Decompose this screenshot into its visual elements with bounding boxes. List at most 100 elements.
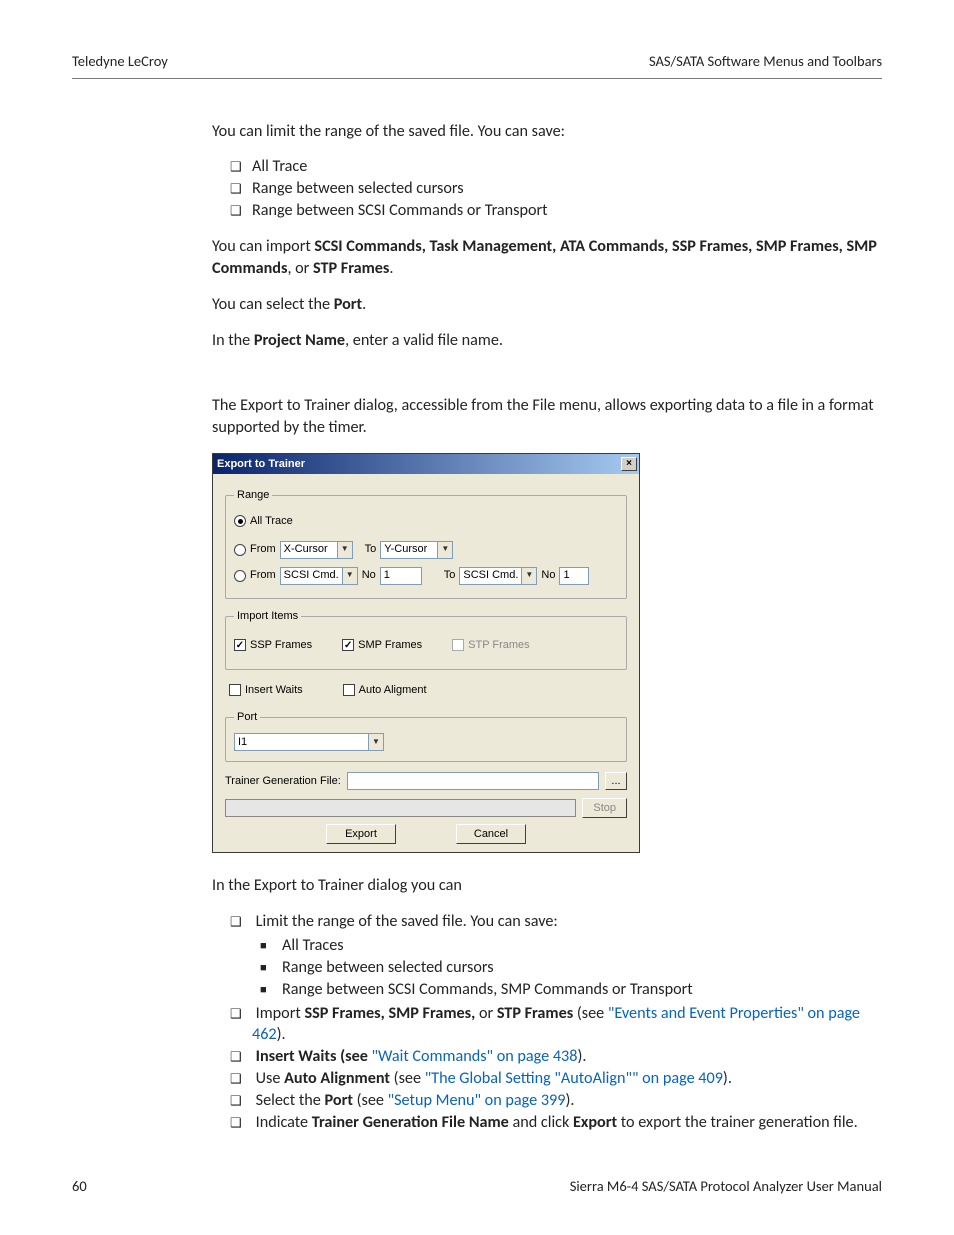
list-dialog-options: Limit the range of the saved file. You c… bbox=[212, 911, 882, 1134]
list-item: Select the Port (see "Setup Menu" on pag… bbox=[252, 1090, 882, 1112]
combo-xcursor[interactable]: X-Cursor▼ bbox=[280, 541, 353, 559]
text: Import bbox=[256, 1004, 305, 1023]
link-setup-menu[interactable]: "Setup Menu" on page 399 bbox=[388, 1091, 566, 1110]
text: (see bbox=[573, 1004, 608, 1023]
text: , enter a valid file name. bbox=[345, 331, 503, 350]
export-button[interactable]: Export bbox=[326, 824, 396, 844]
radio-from-cursor[interactable] bbox=[234, 544, 246, 556]
text-bold: Port bbox=[325, 1091, 353, 1110]
text: Limit the range of the saved file. You c… bbox=[256, 912, 558, 931]
text-bold: STP Frames bbox=[313, 259, 389, 278]
progress-bar bbox=[225, 799, 576, 817]
dialog-body: Range All Trace From X-Cursor▼ To Y-Curs… bbox=[213, 474, 639, 852]
page-number: 60 bbox=[72, 1177, 87, 1197]
label-smp: SMP Frames bbox=[358, 638, 422, 653]
text: and click bbox=[509, 1113, 573, 1132]
list-item: Range between selected cursors bbox=[282, 957, 882, 979]
text: . bbox=[362, 295, 366, 314]
text: ). bbox=[577, 1047, 586, 1066]
text: (see bbox=[353, 1091, 388, 1110]
list-item: All Trace bbox=[252, 156, 882, 178]
combo-value: I1 bbox=[235, 735, 368, 750]
text: or bbox=[475, 1004, 497, 1023]
radio-all-trace[interactable] bbox=[234, 515, 246, 527]
paragraph: In the Export to Trainer dialog you can bbox=[212, 875, 882, 897]
text: ). bbox=[565, 1091, 574, 1110]
page-footer: 60 Sierra M6-4 SAS/SATA Protocol Analyze… bbox=[72, 1177, 882, 1197]
label-no: No bbox=[541, 568, 555, 583]
header-left: Teledyne LeCroy bbox=[72, 52, 168, 72]
text: Select the bbox=[256, 1091, 325, 1110]
link-wait-commands[interactable]: "Wait Commands" on page 438 bbox=[372, 1047, 578, 1066]
text-bold: Insert Waits (see bbox=[256, 1047, 372, 1066]
text: Indicate bbox=[256, 1113, 312, 1132]
text-bold: Trainer Generation File Name bbox=[312, 1113, 509, 1132]
label-to: To bbox=[365, 542, 377, 557]
link-autoalign[interactable]: "The Global Setting "AutoAlign"" on page… bbox=[425, 1069, 723, 1088]
combo-scsi-to[interactable]: SCSI Cmd.▼ bbox=[459, 567, 537, 585]
checkbox-insert-waits[interactable] bbox=[229, 684, 241, 696]
browse-button[interactable]: ... bbox=[605, 772, 627, 790]
stop-button[interactable]: Stop bbox=[582, 798, 627, 818]
text-bold: Port bbox=[334, 295, 362, 314]
list-item: Indicate Trainer Generation File Name an… bbox=[252, 1112, 882, 1134]
label-stp: STP Frames bbox=[468, 638, 530, 653]
chevron-down-icon: ▼ bbox=[437, 542, 452, 558]
text: , or bbox=[287, 259, 313, 278]
label-insert-waits: Insert Waits bbox=[245, 683, 303, 698]
combo-port[interactable]: I1▼ bbox=[234, 733, 384, 751]
chevron-down-icon: ▼ bbox=[521, 568, 536, 584]
range-group: Range All Trace From X-Cursor▼ To Y-Curs… bbox=[225, 488, 627, 599]
text: (see bbox=[390, 1069, 425, 1088]
paragraph: In the Project Name, enter a valid file … bbox=[212, 330, 882, 352]
paragraph: You can select the Port. bbox=[212, 294, 882, 316]
checkbox-ssp-frames[interactable] bbox=[234, 639, 246, 651]
sub-list: All Traces Range between selected cursor… bbox=[252, 935, 882, 1001]
text: ). bbox=[277, 1025, 286, 1044]
label-to: To bbox=[444, 568, 456, 583]
paragraph: You can limit the range of the saved fil… bbox=[212, 121, 882, 143]
cancel-button[interactable]: Cancel bbox=[456, 824, 526, 844]
paragraph: The Export to Trainer dialog, accessible… bbox=[212, 395, 882, 439]
close-icon[interactable]: × bbox=[621, 457, 637, 471]
page: Teledyne LeCroy SAS/SATA Software Menus … bbox=[0, 0, 954, 1235]
label-trainer-gen-file: Trainer Generation File: bbox=[225, 774, 341, 789]
list-item: Range between selected cursors bbox=[252, 178, 882, 200]
dialog-titlebar: Export to Trainer × bbox=[213, 454, 639, 474]
paragraph: You can import SCSI Commands, Task Manag… bbox=[212, 236, 882, 280]
chevron-down-icon: ▼ bbox=[342, 568, 357, 584]
radio-from-scsi[interactable] bbox=[234, 570, 246, 582]
label-from: From bbox=[250, 542, 276, 557]
label-from: From bbox=[250, 568, 276, 583]
list-item: All Traces bbox=[282, 935, 882, 957]
list-item: Range between SCSI Commands or Transport bbox=[252, 200, 882, 222]
input-no-to[interactable]: 1 bbox=[559, 567, 589, 585]
list-item: Range between SCSI Commands, SMP Command… bbox=[282, 979, 882, 1001]
combo-value: Y-Cursor bbox=[381, 542, 437, 557]
checkbox-smp-frames[interactable] bbox=[342, 639, 354, 651]
list-item: Limit the range of the saved file. You c… bbox=[252, 911, 882, 1000]
page-content: You can limit the range of the saved fil… bbox=[212, 121, 882, 1134]
chevron-down-icon: ▼ bbox=[337, 542, 352, 558]
label-ssp: SSP Frames bbox=[250, 638, 312, 653]
list-item: Insert Waits (see "Wait Commands" on pag… bbox=[252, 1046, 882, 1068]
label-no: No bbox=[362, 568, 376, 583]
chevron-down-icon: ▼ bbox=[368, 734, 383, 750]
checkbox-auto-alignment[interactable] bbox=[343, 684, 355, 696]
checkbox-stp-frames[interactable] bbox=[452, 639, 464, 651]
input-no-from[interactable]: 1 bbox=[380, 567, 422, 585]
combo-value: X-Cursor bbox=[281, 542, 337, 557]
text-bold: SSP Frames, SMP Frames, bbox=[304, 1004, 475, 1023]
text: Use bbox=[256, 1069, 284, 1088]
text-bold: Project Name bbox=[254, 331, 345, 350]
combo-ycursor[interactable]: Y-Cursor▼ bbox=[380, 541, 453, 559]
input-trainer-gen-file[interactable] bbox=[347, 772, 599, 790]
text: . bbox=[389, 259, 393, 278]
label-all-trace: All Trace bbox=[250, 514, 293, 529]
list-save-options: All Trace Range between selected cursors… bbox=[212, 156, 882, 222]
combo-value: SCSI Cmd. bbox=[460, 568, 521, 583]
port-group: Port I1▼ bbox=[225, 710, 627, 762]
label-auto-alignment: Auto Aligment bbox=[359, 683, 427, 698]
combo-scsi-from[interactable]: SCSI Cmd.▼ bbox=[280, 567, 358, 585]
dialog-title: Export to Trainer bbox=[217, 457, 305, 472]
